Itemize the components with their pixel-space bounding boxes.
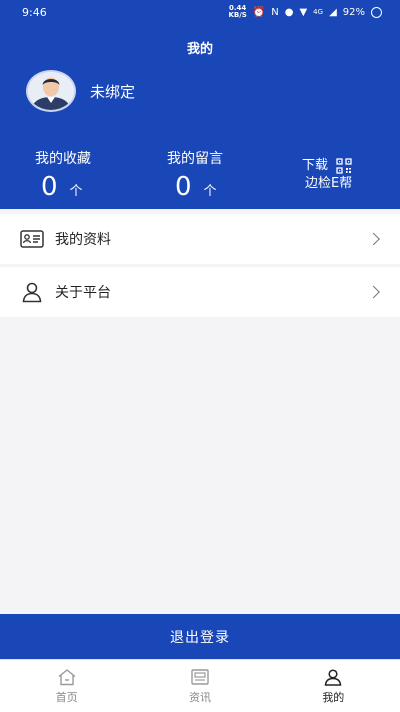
menu-item-my-profile[interactable]: 我的资料 [0,214,400,264]
messages-unit: 个 [203,184,217,199]
tab-news[interactable]: 资讯 [133,660,266,712]
menu-item-label: 关于平台 [55,285,111,301]
favorites-unit: 个 [69,184,83,199]
tab-profile[interactable]: 我的 [267,660,400,712]
messages-stat[interactable]: 我的留言 0个 [167,148,223,207]
profile-icon [324,668,342,686]
alarm-icon: ⏰ [252,6,266,18]
network-label: 4G [313,8,324,16]
battery-percent: 92% [342,6,365,18]
bottom-tab-bar: 首页 资讯 我的 [0,659,400,712]
messages-count: 0 [175,172,192,202]
signal-icon: ◢ [329,6,337,18]
status-bar: 9:46 0.44 KB/S ⏰ N ● ▼ 4G ◢ 92% [0,0,400,24]
favorites-count: 0 [41,172,58,202]
messages-label: 我的留言 [167,151,223,167]
user-avatar-icon [28,72,74,110]
profile-header: 9:46 0.44 KB/S ⏰ N ● ▼ 4G ◢ 92% 我的 未绑定 我… [0,0,400,209]
avatar[interactable] [26,70,76,112]
chevron-right-icon [367,232,380,246]
chevron-right-icon [367,285,380,299]
qr-code-icon [336,158,352,174]
tab-label: 资讯 [188,690,211,704]
wifi-icon: ▼ [299,6,308,18]
person-icon [20,280,44,304]
id-card-icon [20,227,44,251]
net-speed: 0.44 KB/S [228,5,246,19]
favorites-label: 我的收藏 [35,151,91,167]
tab-label: 首页 [55,690,78,704]
net-speed-unit: KB/S [228,11,247,19]
logout-button[interactable]: 退出登录 [0,614,400,659]
status-time: 9:46 [22,6,47,19]
nickname[interactable]: 未绑定 [90,81,135,102]
tab-label: 我的 [322,690,345,704]
download-label: 下载 [302,158,329,173]
status-icons: 0.44 KB/S ⏰ N ● ▼ 4G ◢ 92% [228,5,382,19]
download-app-name: 边检E帮 [305,176,353,191]
news-icon [191,668,209,685]
menu-item-label: 我的资料 [55,232,111,248]
location-icon: ● [284,6,294,18]
home-icon [58,668,76,685]
menu-item-about-platform[interactable]: 关于平台 [0,267,400,317]
favorites-stat[interactable]: 我的收藏 0个 [35,148,91,207]
battery-icon [371,6,382,18]
download-app-link[interactable]: 下载 边检E帮 [302,157,352,193]
nfc-icon: N [271,6,279,18]
page-title: 我的 [186,42,213,57]
tab-home[interactable]: 首页 [0,660,133,712]
